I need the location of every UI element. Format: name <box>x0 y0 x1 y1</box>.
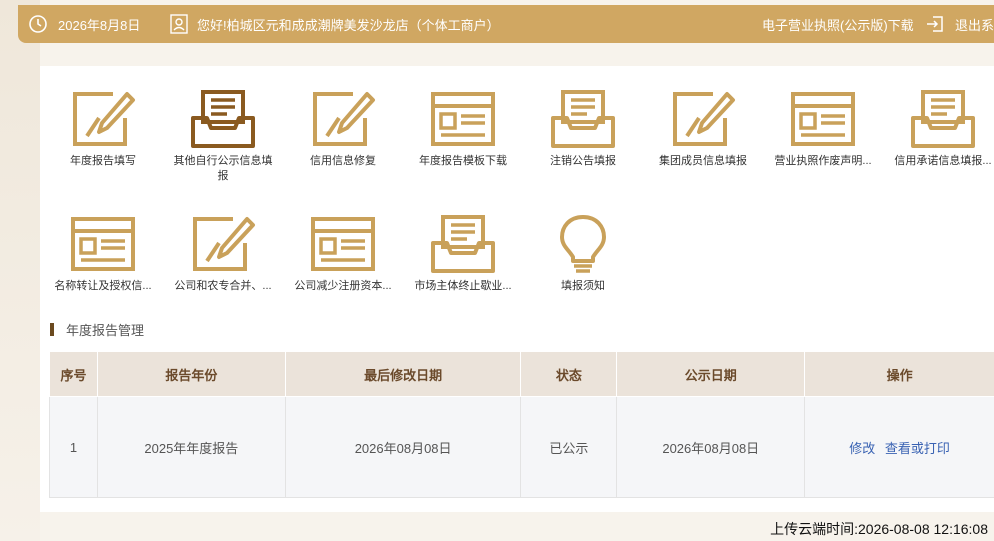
pencil-edit-icon <box>669 88 737 150</box>
tile-business-suspension[interactable]: 市场主体终止歇业... <box>408 213 518 294</box>
license-download-label: 电子营业执照(公示版)下载 <box>762 18 914 33</box>
column-header: 公示日期 <box>616 351 806 397</box>
tile-license-void[interactable]: 营业执照作废声明... <box>768 88 878 169</box>
row-published-date: 2026年08月08日 <box>616 396 806 498</box>
row-modified-date: 2026年08月08日 <box>284 396 522 498</box>
logout-button[interactable]: 退出系 <box>925 14 994 34</box>
logout-label: 退出系 <box>955 17 994 33</box>
edit-link[interactable]: 修改 <box>849 441 875 456</box>
column-header: 最后修改日期 <box>284 351 522 397</box>
inbox-tray-icon <box>189 88 257 150</box>
tile-group-member[interactable]: 集团成员信息填报 <box>648 88 758 169</box>
tile-label: 营业执照作废声明... <box>774 155 872 167</box>
pencil-edit-icon <box>189 213 257 275</box>
tile-filing-notice[interactable]: 填报须知 <box>528 213 638 294</box>
tile-credit-repair[interactable]: 信用信息修复 <box>288 88 398 169</box>
tile-annual-report-fill[interactable]: 年度报告填写 <box>48 88 158 169</box>
top-bar: 2026年8月8日 您好!柏城区元和成成潮牌美发沙龙店（个体工商户） 电子营业执… <box>18 5 994 43</box>
tile-other-disclosure[interactable]: 其他自行公示信息填报 <box>168 88 278 184</box>
tile-label: 信用承诺信息填报... <box>894 155 992 167</box>
tile-label: 信用信息修复 <box>310 155 376 167</box>
row-report-year: 2025年年度报告 <box>96 396 286 498</box>
table-row: 1 2025年年度报告 2026年08月08日 已公示 2026年08月08日 … <box>49 396 994 498</box>
tile-capital-reduction[interactable]: 公司减少注册资本... <box>288 213 398 294</box>
inbox-tray-icon <box>909 88 977 150</box>
tile-company-merger[interactable]: 公司和农专合并、... <box>168 213 278 294</box>
date-display: 2026年8月8日 <box>28 14 140 34</box>
tile-label: 年度报告填写 <box>70 155 136 167</box>
tile-label: 公司减少注册资本... <box>294 280 392 292</box>
tile-name-transfer[interactable]: 名称转让及授权信... <box>48 213 158 294</box>
section-title: 年度报告管理 <box>50 320 144 339</box>
tile-credit-commitment[interactable]: 信用承诺信息填报... <box>888 88 994 169</box>
license-download-link[interactable]: 电子营业执照(公示版)下载 <box>762 15 914 34</box>
tile-label: 名称转让及授权信... <box>54 280 152 292</box>
user-icon <box>170 14 188 34</box>
lightbulb-icon <box>549 213 617 275</box>
tile-label: 其他自行公示信息填报 <box>173 155 273 182</box>
tile-label: 注销公告填报 <box>550 155 616 167</box>
annual-report-table: 序号 报告年份 最后修改日期 状态 公示日期 操作 1 2025年年度报告 20… <box>49 351 994 498</box>
browser-window-icon <box>69 213 137 275</box>
row-actions: 修改 查看或打印 <box>804 396 994 498</box>
browser-window-icon <box>789 88 857 150</box>
pencil-edit-icon <box>69 88 137 150</box>
column-header: 报告年份 <box>96 351 286 397</box>
date-text: 2026年8月8日 <box>58 17 141 33</box>
main-panel: 年度报告填写 其他自行公示信息填报 信用信息修复 年度报告模板下载 注销公告填报… <box>40 66 994 512</box>
column-header: 状态 <box>520 351 618 397</box>
tile-label: 年度报告模板下载 <box>419 155 507 167</box>
tile-template-download[interactable]: 年度报告模板下载 <box>408 88 518 169</box>
greeting-text: 您好!柏城区元和成成潮牌美发沙龙店（个体工商户） <box>197 17 500 33</box>
row-index: 1 <box>49 396 98 498</box>
row-status: 已公示 <box>520 396 618 498</box>
inbox-tray-icon <box>429 213 497 275</box>
tile-deregistration-notice[interactable]: 注销公告填报 <box>528 88 638 169</box>
clock-icon <box>28 14 48 34</box>
tile-label: 集团成员信息填报 <box>659 155 747 167</box>
tile-label: 公司和农专合并、... <box>174 280 272 292</box>
tile-label: 填报须知 <box>561 280 605 292</box>
column-header: 序号 <box>49 351 98 397</box>
upload-time: 上传云端时间:2026-08-08 12:16:08 <box>770 521 988 537</box>
section-title-text: 年度报告管理 <box>66 323 145 338</box>
browser-window-icon <box>429 88 497 150</box>
inbox-tray-icon <box>549 88 617 150</box>
logout-icon <box>925 14 945 34</box>
tile-label: 市场主体终止歇业... <box>414 280 512 292</box>
table-header-row: 序号 报告年份 最后修改日期 状态 公示日期 操作 <box>49 351 994 397</box>
column-header: 操作 <box>804 351 994 397</box>
user-greeting: 您好!柏城区元和成成潮牌美发沙龙店（个体工商户） <box>170 14 500 34</box>
browser-window-icon <box>309 213 377 275</box>
page-background <box>0 0 40 541</box>
view-print-link[interactable]: 查看或打印 <box>885 441 950 456</box>
pencil-edit-icon <box>309 88 377 150</box>
section-bar <box>50 323 54 336</box>
